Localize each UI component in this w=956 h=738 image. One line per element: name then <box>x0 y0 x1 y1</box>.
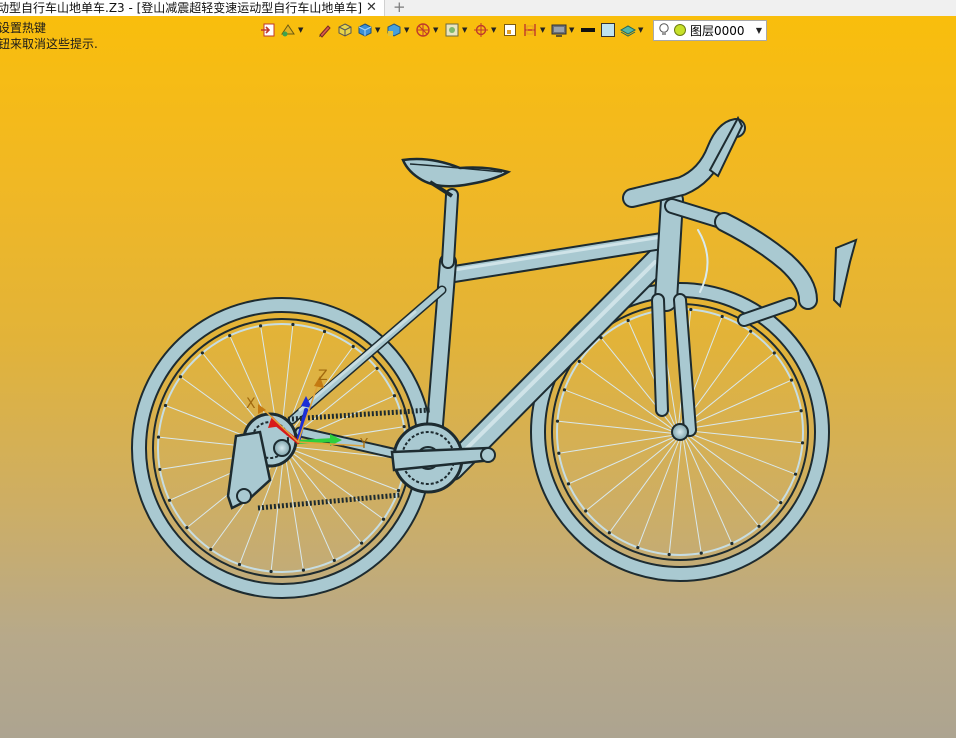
spoke-nipple <box>607 531 611 535</box>
spoke-nipple <box>322 329 327 334</box>
spoke <box>685 433 781 504</box>
rear-hub <box>273 439 291 457</box>
spoke-nipple <box>636 545 640 550</box>
spoke-nipple <box>156 435 161 439</box>
spoke <box>668 437 683 555</box>
spoke-nipple <box>800 441 805 445</box>
spoke-nipple <box>689 307 693 312</box>
spoke-nipple <box>360 541 364 545</box>
spoke <box>685 429 803 444</box>
document-tab-title: 动型自行车山地单车.Z3 - [登山减震超轻变速运动型自行车山地单车] <box>0 0 362 15</box>
spoke-nipple <box>381 517 386 521</box>
spoke-nipple <box>332 558 336 563</box>
spoke-nipple <box>178 375 183 379</box>
spoke-nipple <box>301 568 306 572</box>
spoke-nipple <box>772 351 776 355</box>
spoke-nipple <box>163 403 168 408</box>
spoke-nipple <box>730 541 734 546</box>
spoke-nipple <box>757 524 761 528</box>
spoke-nipple <box>577 359 581 363</box>
spoke-nipple <box>699 551 703 555</box>
spoke-nipple <box>566 482 571 486</box>
spoke <box>682 352 775 428</box>
axis-label-y: Y <box>359 437 368 452</box>
spoke-nipple <box>200 351 204 355</box>
rear-derailleur <box>226 412 298 510</box>
spoke-nipple <box>158 467 162 472</box>
3d-viewport[interactable]: 设置热键 钮来取消这些提示. ▼ ▼ ▼ ▼ ▼ ▼ ▼ ▼ ▼ 图层0000 … <box>0 16 956 738</box>
spoke-nipple <box>779 501 783 505</box>
spoke-nipple <box>392 394 397 398</box>
spoke-nipple <box>258 324 263 328</box>
document-tab[interactable]: 动型自行车山地单车.Z3 - [登山减震超轻变速运动型自行车山地单车] ✕ <box>0 0 385 16</box>
tab-bar: 动型自行车山地单车.Z3 - [登山减震超轻变速运动型自行车山地单车] ✕ + <box>0 0 956 16</box>
spoke-nipple <box>793 472 798 476</box>
spoke <box>585 436 678 512</box>
spoke-nipple <box>555 419 560 423</box>
spoke <box>637 437 681 548</box>
spoke-nipple <box>789 378 794 382</box>
spoke-nipple <box>237 562 242 567</box>
spoke <box>557 420 675 435</box>
spoke-nipple <box>749 329 753 333</box>
bicycle-3d-model[interactable]: X Z Y <box>0 16 956 738</box>
spoke-nipple <box>557 451 561 455</box>
spoke-nipple <box>209 547 213 552</box>
spoke-nipple <box>269 569 273 574</box>
close-icon[interactable]: ✕ <box>366 1 377 15</box>
spoke-nipple <box>584 509 588 513</box>
spoke-nipple <box>291 322 295 327</box>
spoke-nipple <box>185 526 189 530</box>
axis-label-z: Z <box>318 368 328 384</box>
spoke-nipple <box>667 552 671 557</box>
front-hub <box>671 423 689 441</box>
spoke-nipple <box>720 314 724 319</box>
spoke-nipple <box>396 488 401 493</box>
spoke-nipple <box>799 409 803 413</box>
spoke-nipple <box>402 424 406 429</box>
spoke <box>684 434 760 527</box>
spoke-nipple <box>228 333 232 338</box>
spoke <box>270 453 285 572</box>
spoke-nipple <box>626 318 630 323</box>
spoke-nipple <box>351 344 355 349</box>
spoke-nipple <box>167 498 172 502</box>
spoke-nipple <box>375 366 379 370</box>
axis-label-x: X <box>246 396 256 412</box>
add-tab-icon[interactable]: + <box>393 0 406 15</box>
spoke <box>608 437 679 533</box>
spoke <box>287 449 384 520</box>
spoke-nipple <box>562 388 567 392</box>
spoke <box>685 431 796 475</box>
